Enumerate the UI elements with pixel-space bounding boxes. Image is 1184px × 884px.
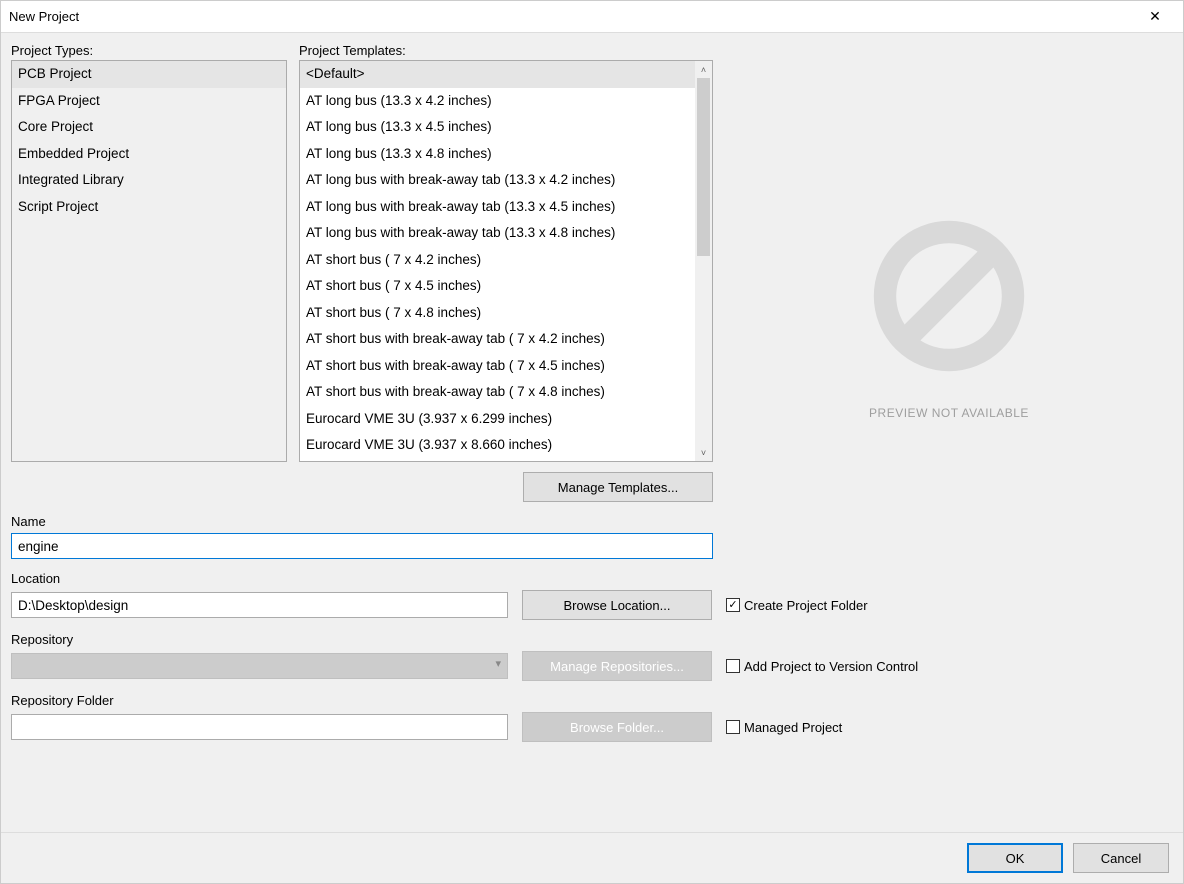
- browse-folder-button: Browse Folder...: [522, 712, 712, 742]
- template-item[interactable]: AT long bus with break-away tab (13.3 x …: [300, 167, 695, 194]
- browse-location-button[interactable]: Browse Location...: [522, 590, 712, 620]
- add-vc-checkbox[interactable]: Add Project to Version Control: [726, 659, 918, 674]
- manage-repositories-button: Manage Repositories...: [522, 651, 712, 681]
- project-types-item[interactable]: Script Project: [12, 194, 286, 221]
- project-types-item[interactable]: Core Project: [12, 114, 286, 141]
- templates-scrollbar[interactable]: ˄ ˅: [695, 61, 712, 461]
- repo-folder-label: Repository Folder: [11, 693, 1173, 708]
- name-label: Name: [11, 514, 1173, 529]
- ok-button[interactable]: OK: [967, 843, 1063, 873]
- template-item[interactable]: AT short bus with break-away tab ( 7 x 4…: [300, 353, 695, 380]
- template-item[interactable]: AT short bus ( 7 x 4.5 inches): [300, 273, 695, 300]
- template-item[interactable]: AT long bus with break-away tab (13.3 x …: [300, 220, 695, 247]
- no-preview-icon: [869, 216, 1029, 376]
- template-item[interactable]: AT short bus ( 7 x 4.2 inches): [300, 247, 695, 274]
- template-item[interactable]: AT long bus (13.3 x 4.5 inches): [300, 114, 695, 141]
- add-vc-label: Add Project to Version Control: [744, 659, 918, 674]
- location-field[interactable]: [11, 592, 508, 618]
- project-types-label: Project Types:: [11, 43, 287, 58]
- project-types-list[interactable]: PCB ProjectFPGA ProjectCore ProjectEmbed…: [11, 60, 287, 462]
- project-types-item[interactable]: Embedded Project: [12, 141, 286, 168]
- cancel-button[interactable]: Cancel: [1073, 843, 1169, 873]
- scroll-thumb[interactable]: [697, 78, 710, 256]
- checkbox-icon: ✓: [726, 598, 740, 612]
- managed-project-label: Managed Project: [744, 720, 842, 735]
- button-bar: OK Cancel: [1, 832, 1183, 883]
- template-item[interactable]: Eurocard VME 3U with break-away tab (3.9…: [300, 459, 695, 462]
- repo-folder-field[interactable]: [11, 714, 508, 740]
- template-item[interactable]: AT short bus with break-away tab ( 7 x 4…: [300, 379, 695, 406]
- name-field[interactable]: [11, 533, 713, 559]
- project-types-item[interactable]: PCB Project: [12, 61, 286, 88]
- scroll-up-icon[interactable]: ˄: [695, 61, 712, 78]
- template-item[interactable]: Eurocard VME 3U (3.937 x 8.660 inches): [300, 432, 695, 459]
- template-item[interactable]: AT long bus (13.3 x 4.8 inches): [300, 141, 695, 168]
- repository-dropdown: [11, 653, 508, 679]
- template-item[interactable]: AT long bus with break-away tab (13.3 x …: [300, 194, 695, 221]
- preview-panel: PREVIEW NOT AVAILABLE: [725, 43, 1173, 462]
- manage-templates-button[interactable]: Manage Templates...: [523, 472, 713, 502]
- checkbox-icon: [726, 720, 740, 734]
- dialog-content: Project Types: PCB ProjectFPGA ProjectCo…: [1, 33, 1183, 832]
- template-item[interactable]: AT long bus (13.3 x 4.2 inches): [300, 88, 695, 115]
- create-folder-label: Create Project Folder: [744, 598, 868, 613]
- repository-label: Repository: [11, 632, 1173, 647]
- location-label: Location: [11, 571, 1173, 586]
- titlebar: New Project ✕: [1, 1, 1183, 33]
- checkbox-icon: [726, 659, 740, 673]
- template-item[interactable]: Eurocard VME 3U (3.937 x 6.299 inches): [300, 406, 695, 433]
- template-item[interactable]: AT short bus ( 7 x 4.8 inches): [300, 300, 695, 327]
- managed-project-checkbox[interactable]: Managed Project: [726, 720, 842, 735]
- new-project-dialog: New Project ✕ Project Types: PCB Project…: [0, 0, 1184, 884]
- window-title: New Project: [9, 9, 1135, 24]
- project-types-item[interactable]: FPGA Project: [12, 88, 286, 115]
- preview-text: PREVIEW NOT AVAILABLE: [869, 406, 1029, 420]
- project-templates-label: Project Templates:: [299, 43, 713, 58]
- project-templates-list[interactable]: <Default>AT long bus (13.3 x 4.2 inches)…: [299, 60, 713, 462]
- template-item[interactable]: <Default>: [300, 61, 695, 88]
- template-item[interactable]: AT short bus with break-away tab ( 7 x 4…: [300, 326, 695, 353]
- create-folder-checkbox[interactable]: ✓ Create Project Folder: [726, 598, 868, 613]
- project-types-item[interactable]: Integrated Library: [12, 167, 286, 194]
- scroll-down-icon[interactable]: ˅: [695, 444, 712, 461]
- close-icon[interactable]: ✕: [1135, 8, 1175, 25]
